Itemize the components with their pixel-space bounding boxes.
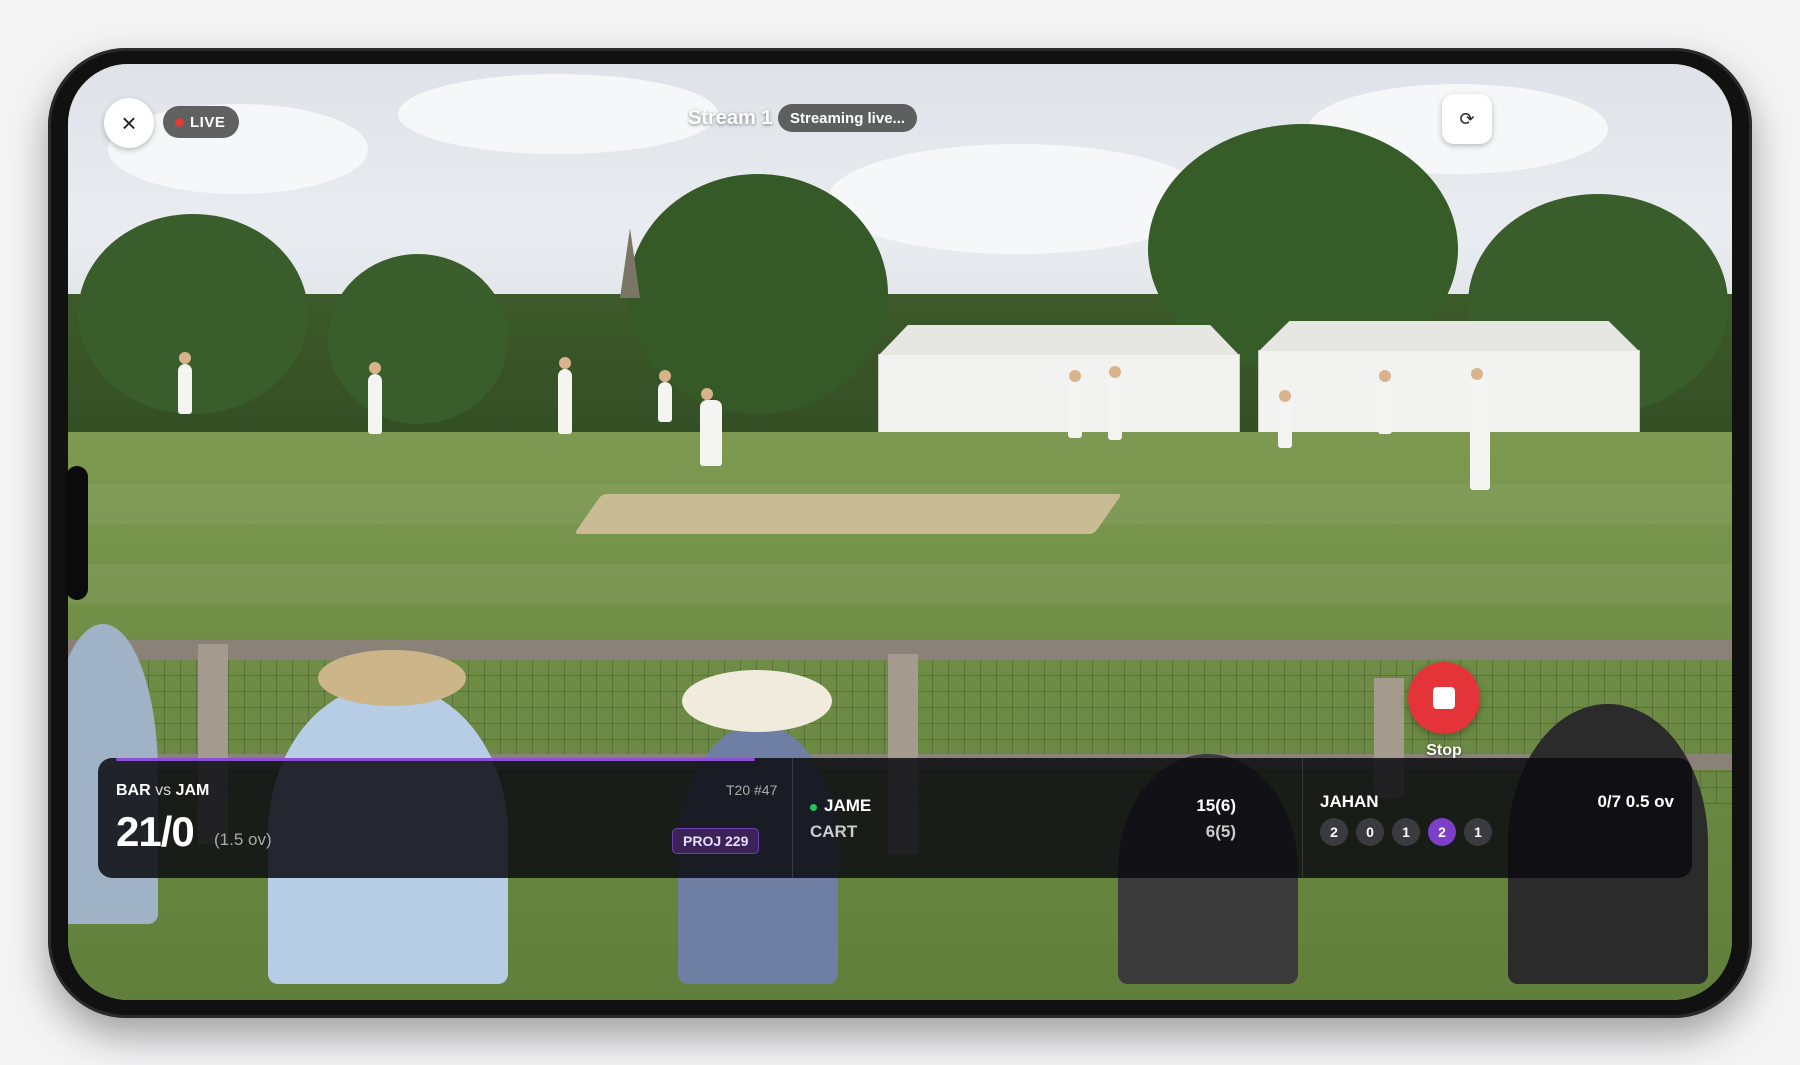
projection-badge: PROJ 229: [672, 828, 760, 854]
bowler-figures: 0/7 0.5 ov: [1597, 792, 1674, 811]
scene-player: [1278, 390, 1292, 448]
scene-cloud: [398, 74, 718, 154]
team-a: BAR: [116, 782, 151, 799]
divider: [1302, 758, 1303, 878]
ball-result: 2: [1320, 818, 1348, 846]
on-strike-icon: [810, 804, 817, 811]
ball-result: 1: [1392, 818, 1420, 846]
innings-progress-bar: [116, 758, 755, 761]
scene-tree: [328, 254, 508, 424]
team-b: JAM: [175, 782, 210, 799]
stop-button[interactable]: [1408, 662, 1480, 734]
scene-player: [1378, 370, 1392, 434]
scene-player: [658, 370, 672, 422]
batter-score: 6(5): [1205, 822, 1236, 841]
scene-tree: [78, 214, 308, 414]
bowler-name: JAHAN: [1320, 792, 1379, 811]
overs-count: (1.5 ov): [214, 830, 272, 849]
batter-score: 15(6): [1196, 796, 1236, 815]
scene-player: [1470, 368, 1490, 490]
scene-player: [1068, 370, 1082, 438]
close-icon: ×: [121, 107, 137, 138]
video-stream: × LIVE Stream 1 Streaming live... ⟳ Stop…: [68, 64, 1732, 1000]
device-side-button: [66, 466, 88, 600]
ball-result: 1: [1464, 818, 1492, 846]
stream-status-badge: Streaming live...: [778, 104, 918, 132]
scene-hat: [318, 650, 466, 706]
versus-label: vs: [155, 782, 172, 799]
scene-field-stripe: [68, 564, 1732, 604]
scene-batter: [700, 388, 722, 466]
divider: [792, 758, 793, 878]
recent-balls: 20121: [1320, 818, 1492, 846]
close-button[interactable]: ×: [104, 98, 154, 148]
refresh-button[interactable]: ⟳: [1442, 94, 1492, 144]
scene-marquee-tent: [878, 354, 1240, 436]
scene-player: [368, 362, 382, 434]
refresh-icon: ⟳: [1459, 108, 1475, 129]
live-badge: LIVE: [163, 106, 240, 138]
scene-marquee-tent: [1258, 350, 1640, 438]
scene-pitch: [573, 494, 1123, 534]
ball-result: 2: [1428, 818, 1456, 846]
match-teams: BAR vs JAM: [116, 782, 209, 800]
stream-title: Stream 1: [688, 107, 773, 129]
match-tag: T20 #47: [726, 782, 778, 798]
scene-hat: [682, 670, 832, 732]
scene-church-spire: [620, 228, 640, 298]
scene-player: [558, 357, 572, 434]
live-label: LIVE: [190, 113, 226, 131]
scene-player: [1108, 366, 1122, 440]
stop-icon: [1433, 687, 1455, 709]
scoreboard: BAR vs JAM 21/0 (1.5 ov) T20 #47 PROJ 22…: [98, 758, 1692, 878]
batter-name: JAME: [824, 796, 872, 815]
team-score: 21/0: [116, 808, 195, 855]
ball-result: 0: [1356, 818, 1384, 846]
batter-name: CART: [810, 822, 858, 841]
scene-player: [178, 352, 192, 414]
live-dot-icon: [175, 117, 184, 127]
